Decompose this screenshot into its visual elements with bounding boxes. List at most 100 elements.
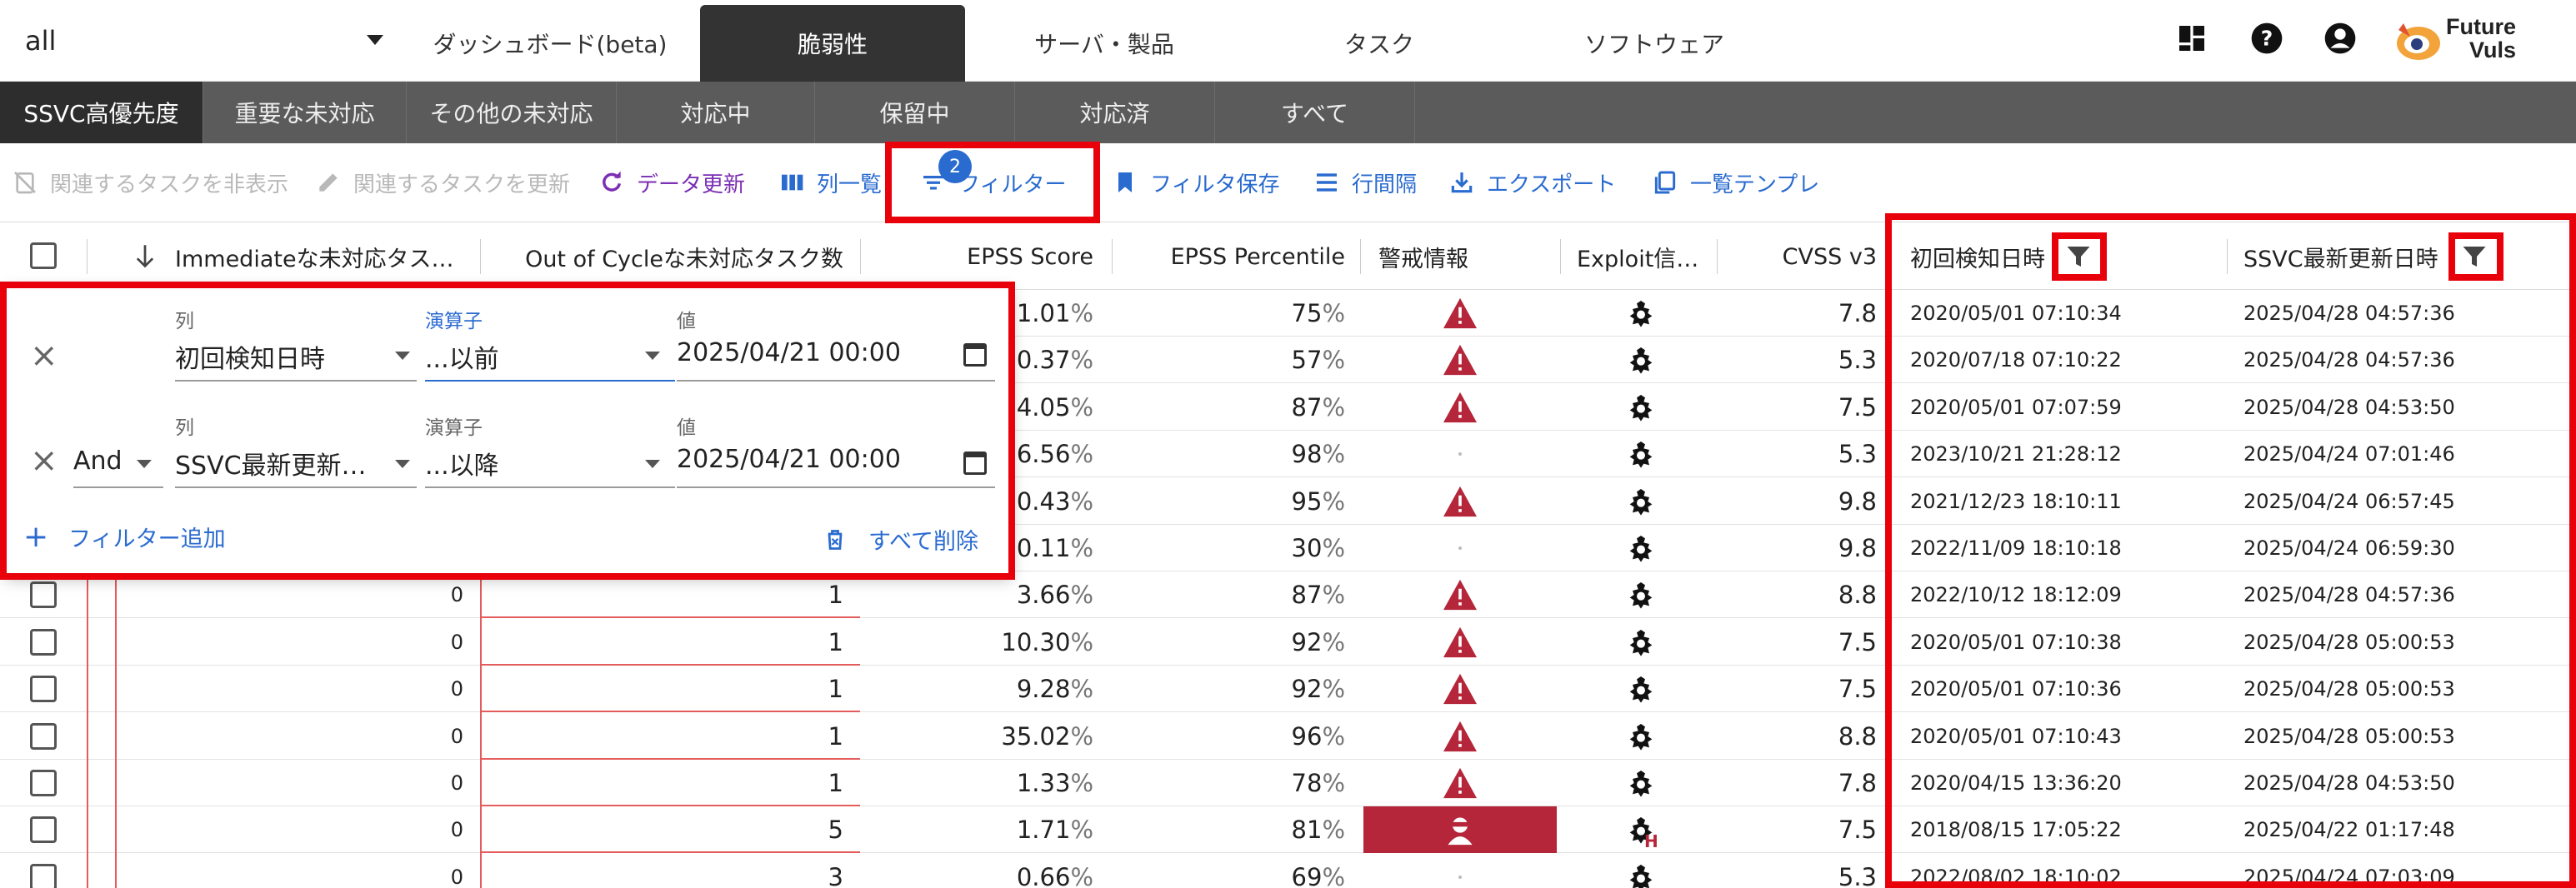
- exploit-cell[interactable]: [1562, 619, 1720, 666]
- immediate-count: 0: [450, 865, 463, 888]
- header-epss-percentile[interactable]: EPSS Percentile: [1113, 222, 1345, 291]
- exploit-cell[interactable]: [1562, 478, 1720, 525]
- subtab-other-open[interactable]: その他の未対応: [407, 82, 617, 143]
- alert-cell[interactable]: [1363, 290, 1557, 337]
- column-separator: [1717, 239, 1718, 274]
- columns-button[interactable]: 列一覧: [778, 162, 882, 203]
- help-icon[interactable]: ?: [2250, 22, 2283, 55]
- exploit-cell[interactable]: [1562, 854, 1720, 888]
- no-alert: [1458, 875, 1462, 879]
- epss-percentile-cell: 75%: [1113, 290, 1345, 337]
- highlight-date-columns: [1885, 213, 2576, 888]
- exploit-cell[interactable]: [1562, 525, 1720, 571]
- header-exploit[interactable]: Exploit信…: [1577, 222, 1702, 291]
- exploit-cell[interactable]: H: [1562, 806, 1720, 853]
- alert-cell[interactable]: [1363, 619, 1557, 666]
- column-separator: [1360, 239, 1361, 274]
- alert-cell[interactable]: [1363, 666, 1557, 712]
- list-template-button[interactable]: 一覧テンプレ: [1652, 162, 1819, 203]
- epss-score: 0.66: [1016, 862, 1071, 888]
- no-alert: [1458, 452, 1462, 456]
- exploit-cell[interactable]: [1562, 666, 1720, 712]
- tab-software[interactable]: ソフトウェア: [1525, 5, 1783, 82]
- warning-triangle-icon: [1442, 485, 1478, 518]
- alert-cell[interactable]: [1363, 854, 1557, 888]
- tab-dashboard[interactable]: ダッシュボード(beta): [408, 5, 692, 82]
- org-select[interactable]: all: [25, 15, 383, 67]
- cvss-score: 7.8: [1838, 299, 1877, 327]
- alert-cell[interactable]: [1363, 760, 1557, 806]
- export-button[interactable]: エクスポート: [1448, 162, 1616, 203]
- tab-tasks[interactable]: タスク: [1250, 5, 1508, 82]
- row-checkbox[interactable]: [30, 863, 57, 888]
- tab-vulnerabilities[interactable]: 脆弱性: [700, 5, 965, 82]
- chevron-down-icon: [367, 35, 383, 45]
- sort-desc-icon[interactable]: [133, 222, 165, 291]
- row-checkbox[interactable]: [30, 676, 57, 703]
- alert-cell[interactable]: [1363, 431, 1557, 477]
- out-of-cycle-count: 1: [828, 675, 843, 704]
- hide-related-tasks-button[interactable]: 関連するタスクを非表示: [12, 162, 288, 203]
- row-checkbox[interactable]: [30, 628, 57, 656]
- board-icon[interactable]: [2175, 22, 2208, 55]
- exploit-cell[interactable]: [1562, 713, 1720, 760]
- header-immediate[interactable]: Immediateな未対応タス…: [175, 222, 455, 291]
- header-cvss-v3[interactable]: CVSS v3: [1720, 222, 1877, 291]
- percent-sign: %: [1322, 299, 1345, 327]
- cvss-score: 7.5: [1838, 675, 1877, 704]
- subtab-on-hold[interactable]: 保留中: [815, 82, 1015, 143]
- epss-score: 0.37: [1016, 346, 1071, 375]
- select-all-checkbox[interactable]: [30, 242, 57, 269]
- epss-percentile: 69: [1291, 862, 1323, 888]
- percent-sign: %: [1322, 440, 1345, 469]
- alert-cell[interactable]: [1363, 806, 1557, 854]
- status-subtabs: SSVC高優先度 重要な未対応 その他の未対応 対応中 保留中 対応済 すべて: [0, 82, 2576, 143]
- subtab-done[interactable]: 対応済: [1015, 82, 1215, 143]
- update-related-tasks-button[interactable]: 関連するタスクを更新: [315, 162, 570, 203]
- exploit-cell[interactable]: [1562, 337, 1720, 383]
- empty-dot: [1458, 452, 1462, 456]
- refresh-data-button[interactable]: データ更新: [598, 162, 745, 203]
- epss-score: 9.28: [1016, 675, 1071, 704]
- account-icon[interactable]: [2323, 22, 2357, 55]
- exploit-bug-icon: [1624, 578, 1658, 611]
- subtab-important-open[interactable]: 重要な未対応: [203, 82, 407, 143]
- epss-score: 1.01: [1016, 299, 1071, 327]
- header-alert-info[interactable]: 警戒情報: [1378, 222, 1545, 291]
- percent-sign: %: [1070, 581, 1093, 610]
- percent-sign: %: [1070, 486, 1093, 516]
- exploit-cell[interactable]: [1562, 760, 1720, 806]
- header-epss-score[interactable]: EPSS Score: [863, 222, 1093, 291]
- exploit-cell[interactable]: [1562, 571, 1720, 618]
- immediate-count: 0: [450, 818, 463, 842]
- alert-cell[interactable]: [1363, 713, 1557, 760]
- row-checkbox[interactable]: [30, 770, 57, 796]
- alert-cell[interactable]: [1363, 337, 1557, 383]
- template-label: 一覧テンプレ: [1690, 172, 1820, 197]
- row-spacing-button[interactable]: 行間隔: [1313, 162, 1417, 203]
- exploit-cell[interactable]: [1562, 384, 1720, 431]
- exploit-cell[interactable]: [1562, 290, 1720, 337]
- alert-cell[interactable]: [1363, 478, 1557, 525]
- out-of-cycle-count: 1: [828, 721, 843, 751]
- warning-triangle-icon: [1442, 672, 1478, 706]
- alert-cell[interactable]: [1363, 384, 1557, 431]
- save-filter-button[interactable]: フィルタ保存: [1112, 162, 1279, 203]
- row-checkbox[interactable]: [30, 581, 57, 609]
- subtab-label: すべて: [1281, 100, 1348, 127]
- row-checkbox[interactable]: [30, 722, 57, 750]
- alert-cell[interactable]: [1363, 571, 1557, 618]
- subtab-ssvc-high[interactable]: SSVC高優先度: [0, 82, 203, 143]
- percent-sign: %: [1070, 816, 1093, 845]
- cvss-score: 7.5: [1838, 392, 1877, 422]
- subtab-label: 重要な未対応: [234, 100, 375, 127]
- header-out-of-cycle[interactable]: Out of Cycleな未対応タスク数: [483, 222, 843, 291]
- percent-sign: %: [1070, 627, 1093, 656]
- subtab-all[interactable]: すべて: [1215, 82, 1415, 143]
- alert-cell[interactable]: [1363, 525, 1557, 571]
- subtab-in-progress[interactable]: 対応中: [617, 82, 815, 143]
- row-checkbox[interactable]: [30, 816, 57, 844]
- exploit-cell[interactable]: [1562, 431, 1720, 477]
- tab-servers-products[interactable]: サーバ・製品: [975, 5, 1233, 82]
- empty-dot: [1458, 546, 1462, 550]
